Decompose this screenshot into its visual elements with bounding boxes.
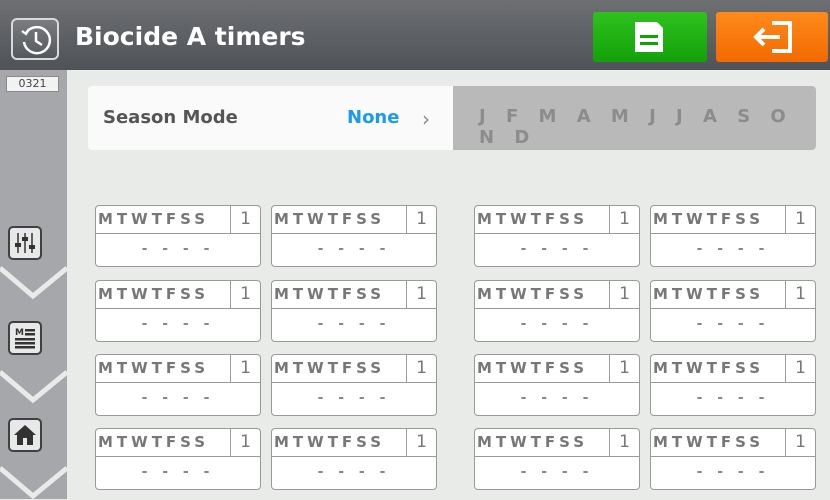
timer-days: MTWTFSS <box>95 428 230 456</box>
season-mode-label: Season Mode <box>103 107 238 128</box>
timer-slot[interactable]: MTWTFSS 1- - - - <box>271 354 437 416</box>
exit-icon <box>753 21 792 53</box>
chevron-down-icon <box>0 266 67 300</box>
timer-time: - - - - <box>650 308 816 342</box>
timer-days: MTWTFSS <box>271 205 406 233</box>
season-mode-row[interactable]: Season Mode None › J F M A M J J A S O N… <box>88 86 816 150</box>
timer-days: MTWTFSS <box>474 280 609 308</box>
timer-days: MTWTFSS <box>95 205 230 233</box>
timer-slot[interactable]: MTWTFSS 1- - - - <box>271 428 437 490</box>
timer-slot[interactable]: MTWTFSS 1- - - - <box>271 280 437 342</box>
timer-days: MTWTFSS <box>474 205 609 233</box>
timer-slot[interactable]: MTWTFSS 1- - - - <box>95 354 261 416</box>
timer-time: - - - - <box>271 382 437 416</box>
timer-slot[interactable]: MTWTFSS 1- - - - <box>474 428 640 490</box>
home-icon <box>14 425 36 445</box>
timer-days: MTWTFSS <box>95 354 230 382</box>
save-icon <box>635 22 663 52</box>
timer-number: 1 <box>230 354 261 382</box>
months-panel: J F M A M J J A S O N D <box>453 86 816 150</box>
chevron-down-icon <box>0 466 67 500</box>
timer-time: - - - - <box>650 233 816 267</box>
timer-slot[interactable]: MTWTFSS 1- - - - <box>650 354 816 416</box>
timer-number: 1 <box>609 280 640 308</box>
header-bar: Biocide A timers <box>0 0 830 70</box>
sliders-icon <box>15 233 35 253</box>
timer-time: - - - - <box>95 382 261 416</box>
timer-slot[interactable]: MTWTFSS 1- - - - <box>95 205 261 267</box>
timer-number: 1 <box>406 428 437 456</box>
chevron-right-icon: › <box>422 107 430 131</box>
timer-days: MTWTFSS <box>271 428 406 456</box>
timer-days: MTWTFSS <box>95 280 230 308</box>
timer-time: - - - - <box>474 382 640 416</box>
timer-number: 1 <box>406 354 437 382</box>
timer-number: 1 <box>406 205 437 233</box>
version-label: 0321 <box>6 76 59 92</box>
timer-slot[interactable]: MTWTFSS 1- - - - <box>95 428 261 490</box>
timer-number: 1 <box>230 205 261 233</box>
menu-list-button[interactable]: M <box>8 321 42 355</box>
timer-days: MTWTFSS <box>650 280 785 308</box>
timer-slot[interactable]: MTWTFSS 1- - - - <box>650 428 816 490</box>
sliders-button[interactable] <box>8 226 42 260</box>
timer-number: 1 <box>609 354 640 382</box>
timer-number: 1 <box>785 428 816 456</box>
timer-number: 1 <box>785 280 816 308</box>
timer-number: 1 <box>785 205 816 233</box>
timer-number: 1 <box>230 280 261 308</box>
save-button[interactable] <box>593 12 707 62</box>
timer-time: - - - - <box>474 456 640 490</box>
timer-days: MTWTFSS <box>650 354 785 382</box>
timer-time: - - - - <box>650 382 816 416</box>
timer-number: 1 <box>609 205 640 233</box>
exit-button[interactable] <box>716 12 828 62</box>
timer-number: 1 <box>406 280 437 308</box>
clock-history-icon[interactable] <box>11 18 59 60</box>
timer-slot[interactable]: MTWTFSS 1- - - - <box>271 205 437 267</box>
timer-time: - - - - <box>271 456 437 490</box>
timer-time: - - - - <box>474 233 640 267</box>
timer-time: - - - - <box>474 308 640 342</box>
season-mode-value[interactable]: None <box>347 107 399 128</box>
timer-days: MTWTFSS <box>271 354 406 382</box>
timer-number: 1 <box>609 428 640 456</box>
timer-slot[interactable]: MTWTFSS 1- - - - <box>95 280 261 342</box>
page-title: Biocide A timers <box>75 22 306 51</box>
chevron-down-icon <box>0 370 67 404</box>
timer-slot[interactable]: MTWTFSS 1- - - - <box>650 280 816 342</box>
timer-time: - - - - <box>95 456 261 490</box>
timer-time: - - - - <box>271 233 437 267</box>
menu-list-icon: M <box>15 328 35 349</box>
home-button[interactable] <box>8 418 42 452</box>
timer-days: MTWTFSS <box>474 354 609 382</box>
timer-time: - - - - <box>650 456 816 490</box>
timer-days: MTWTFSS <box>650 205 785 233</box>
timer-number: 1 <box>230 428 261 456</box>
timer-days: MTWTFSS <box>271 280 406 308</box>
timer-time: - - - - <box>95 233 261 267</box>
svg-text:M: M <box>15 328 24 338</box>
timer-time: - - - - <box>271 308 437 342</box>
timer-number: 1 <box>785 354 816 382</box>
timer-slot[interactable]: MTWTFSS 1- - - - <box>650 205 816 267</box>
timer-slot[interactable]: MTWTFSS 1- - - - <box>474 354 640 416</box>
timer-days: MTWTFSS <box>474 428 609 456</box>
timer-slot[interactable]: MTWTFSS 1- - - - <box>474 205 640 267</box>
timer-slot[interactable]: MTWTFSS 1- - - - <box>474 280 640 342</box>
months-label: J F M A M J J A S O N D <box>479 106 793 148</box>
timer-time: - - - - <box>95 308 261 342</box>
timer-days: MTWTFSS <box>650 428 785 456</box>
